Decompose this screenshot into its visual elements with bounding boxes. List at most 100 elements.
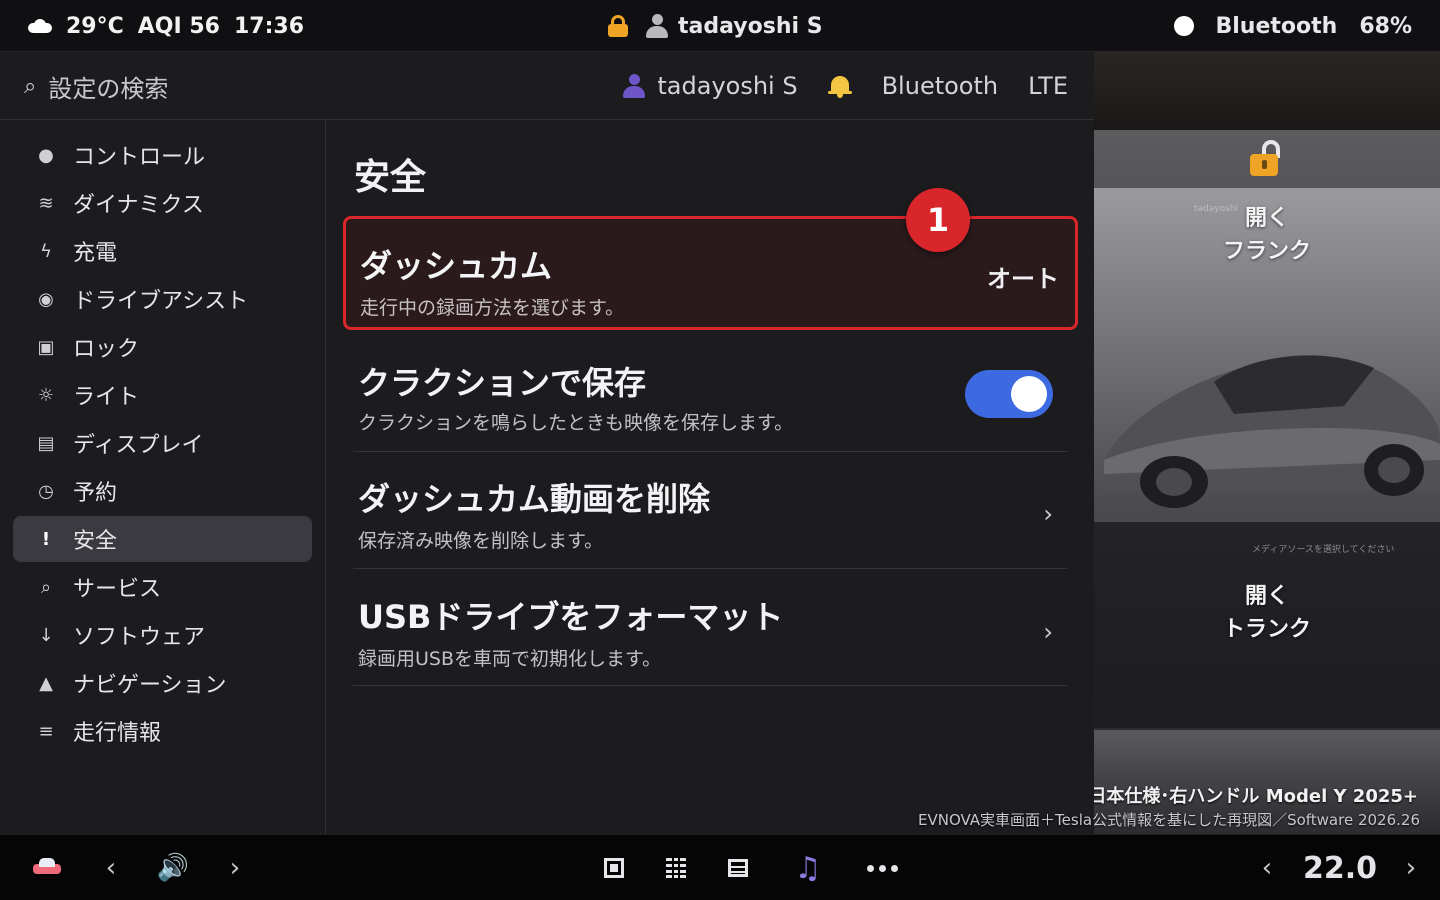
sidebar-item-charge[interactable]: ϟ 充電 — [13, 228, 312, 274]
sidebar-item-lock[interactable]: ▣ ロック — [13, 324, 312, 370]
volume-icon[interactable]: 🔊 — [156, 835, 190, 900]
search-placeholder: 設定の検索 — [48, 74, 169, 103]
row-title: クラクションで保存 — [358, 364, 647, 402]
sidebar-item-trip[interactable]: ≡ 走行情報 — [13, 708, 312, 754]
bottom-bar: ‹ 🔊 › ♫ ‹ 22.0 › — [0, 834, 1440, 900]
sidebar-item-safety[interactable]: ! 安全 — [13, 516, 312, 562]
row-divider — [353, 451, 1067, 452]
sidebar-item-navigation[interactable]: ▲ ナビゲーション — [13, 660, 312, 706]
sidebar-item-label: 充電 — [73, 241, 118, 266]
volume-right-arrow[interactable]: › — [224, 835, 246, 900]
trunk-action: 開く — [1244, 584, 1289, 609]
status-bar: 29°C AQI 56 17:36 tadayoshi S Bluetooth … — [0, 0, 1440, 52]
model-caption: 日本仕様･右ハンドル Model Y 2025+ — [1094, 786, 1418, 807]
sidebar-item-service[interactable]: ⌕ サービス — [13, 564, 312, 610]
drive-assist-icon: ◉ — [38, 288, 54, 310]
sidebar-item-label: ロック — [73, 337, 140, 362]
temp-down-arrow[interactable]: ‹ — [1256, 835, 1278, 900]
app-button-3[interactable] — [724, 835, 752, 900]
sidebar-item-schedule[interactable]: ◷ 予約 — [13, 468, 312, 514]
row-subtitle: クラクションを鳴らしたときも映像を保存します。 — [358, 412, 794, 434]
software-icon: ↓ — [38, 624, 54, 646]
horn-save-toggle[interactable] — [965, 370, 1053, 418]
lock-icon: ▣ — [37, 336, 55, 358]
frunk-unlock-icon[interactable] — [1250, 140, 1280, 178]
safety-icon: ! — [41, 528, 51, 550]
music-note-icon: ♫ — [794, 850, 822, 886]
frunk-action: 開く — [1244, 206, 1289, 231]
weather-cloud-icon — [28, 19, 52, 33]
header-user-name: tadayoshi S — [657, 72, 798, 100]
temp-up-arrow[interactable]: › — [1400, 835, 1422, 900]
app-button-1[interactable] — [600, 835, 628, 900]
trunk-open-button[interactable]: 開く トランク — [1214, 580, 1320, 646]
sidebar-item-display[interactable]: ▤ ディスプレイ — [13, 420, 312, 466]
sidebar-item-label: コントロール — [73, 145, 206, 170]
more-dots-icon — [866, 864, 898, 872]
sidebar-item-label: ソフトウェア — [73, 625, 206, 650]
status-user[interactable]: tadayoshi S — [646, 14, 823, 39]
volume-left-arrow[interactable]: ‹ — [100, 835, 122, 900]
app-button-2[interactable] — [662, 835, 690, 900]
light-icon: ☼ — [37, 384, 55, 406]
row-title: ダッシュカム — [360, 247, 553, 285]
ghost-media-text: メディアソースを選択してください — [1252, 545, 1395, 555]
frunk-label: フランク — [1222, 239, 1311, 264]
sidebar-item-label: 走行情報 — [73, 721, 162, 746]
sidebar-item-dynamics[interactable]: ≋ ダイナミクス — [13, 180, 312, 226]
display-icon: ▤ — [37, 432, 55, 454]
chevron-right-icon: › — [1043, 500, 1053, 528]
settings-content: 安全 ダッシュカム 走行中の録画方法を選びます。 オート 1 クラクションで保存… — [326, 120, 1094, 834]
aqi-readout: AQI 56 — [137, 13, 220, 39]
dashcam-app-icon — [604, 858, 624, 878]
sidebar-item-drive-assist[interactable]: ◉ ドライブアシスト — [13, 276, 312, 322]
header-user[interactable]: tadayoshi S — [623, 72, 798, 100]
chevron-right-icon: › — [1043, 618, 1053, 646]
navigation-icon: ▲ — [39, 672, 53, 694]
sidebar-item-label: サービス — [73, 577, 162, 602]
search-icon: ⌕ — [24, 73, 37, 99]
row-title: ダッシュカム動画を削除 — [358, 480, 711, 518]
sidebar-item-label: ライト — [73, 385, 140, 410]
toggle-knob — [1011, 376, 1047, 412]
settings-header: ⌕ 設定の検索 tadayoshi S Bluetooth LTE — [0, 52, 1094, 120]
trip-icon: ≡ — [38, 720, 54, 742]
dashcam-setting-row[interactable]: ダッシュカム 走行中の録画方法を選びます。 オート — [343, 216, 1078, 330]
settings-search[interactable]: ⌕ 設定の検索 — [24, 52, 168, 120]
sidebar-item-label: ディスプレイ — [73, 433, 204, 458]
format-usb-row[interactable]: USBドライブをフォーマット 録画用USBを車両で初期化します。 › — [353, 586, 1067, 686]
status-bluetooth[interactable]: Bluetooth — [1216, 14, 1338, 39]
sidebar-item-label: ダイナミクス — [73, 193, 204, 218]
settings-panel: ⌕ 設定の検索 tadayoshi S Bluetooth LTE ● コントロ… — [0, 52, 1094, 834]
charge-icon: ϟ — [40, 240, 52, 262]
delete-dashcam-row[interactable]: ダッシュカム動画を削除 保存済み映像を削除します。 › — [353, 468, 1067, 568]
more-apps-button[interactable] — [860, 835, 904, 900]
settings-sidebar: ● コントロール ≋ ダイナミクス ϟ 充電 ◉ ドライブアシスト ▣ ロック … — [0, 120, 326, 834]
status-dot-icon — [1173, 16, 1194, 36]
sidebar-item-controls[interactable]: ● コントロール — [13, 132, 312, 178]
car-button[interactable] — [30, 835, 64, 900]
sidebar-item-label: 予約 — [73, 481, 118, 506]
controls-icon: ● — [38, 144, 54, 166]
bell-icon[interactable] — [827, 74, 852, 98]
page-title: 安全 — [354, 157, 427, 198]
frunk-open-button[interactable]: 開く フランク — [1214, 202, 1320, 268]
music-app-button[interactable]: ♫ — [790, 835, 826, 900]
car-icon — [33, 858, 61, 878]
step-badge: 1 — [906, 188, 970, 252]
car-panel-top-band — [1094, 52, 1440, 130]
horn-save-row: クラクションで保存 クラクションを鳴らしたときも映像を保存します。 — [353, 352, 1067, 452]
service-icon: ⌕ — [40, 576, 52, 598]
source-caption: EVNOVA実車画面＋Tesla公式情報を基にした再現図／Software 20… — [917, 811, 1420, 829]
header-network: LTE — [1028, 72, 1068, 100]
user-profile-icon — [623, 74, 646, 98]
list-app-icon — [728, 859, 748, 877]
sidebar-item-software[interactable]: ↓ ソフトウェア — [13, 612, 312, 658]
trunk-label: トランク — [1222, 617, 1311, 642]
sidebar-item-label: 安全 — [73, 529, 118, 554]
sidebar-item-lights[interactable]: ☼ ライト — [13, 372, 312, 418]
dashcam-mode-value[interactable]: オート — [987, 259, 1059, 294]
cabin-temperature[interactable]: 22.0 — [1296, 835, 1384, 900]
header-bluetooth[interactable]: Bluetooth — [882, 72, 999, 100]
lock-status-icon[interactable] — [608, 15, 628, 37]
